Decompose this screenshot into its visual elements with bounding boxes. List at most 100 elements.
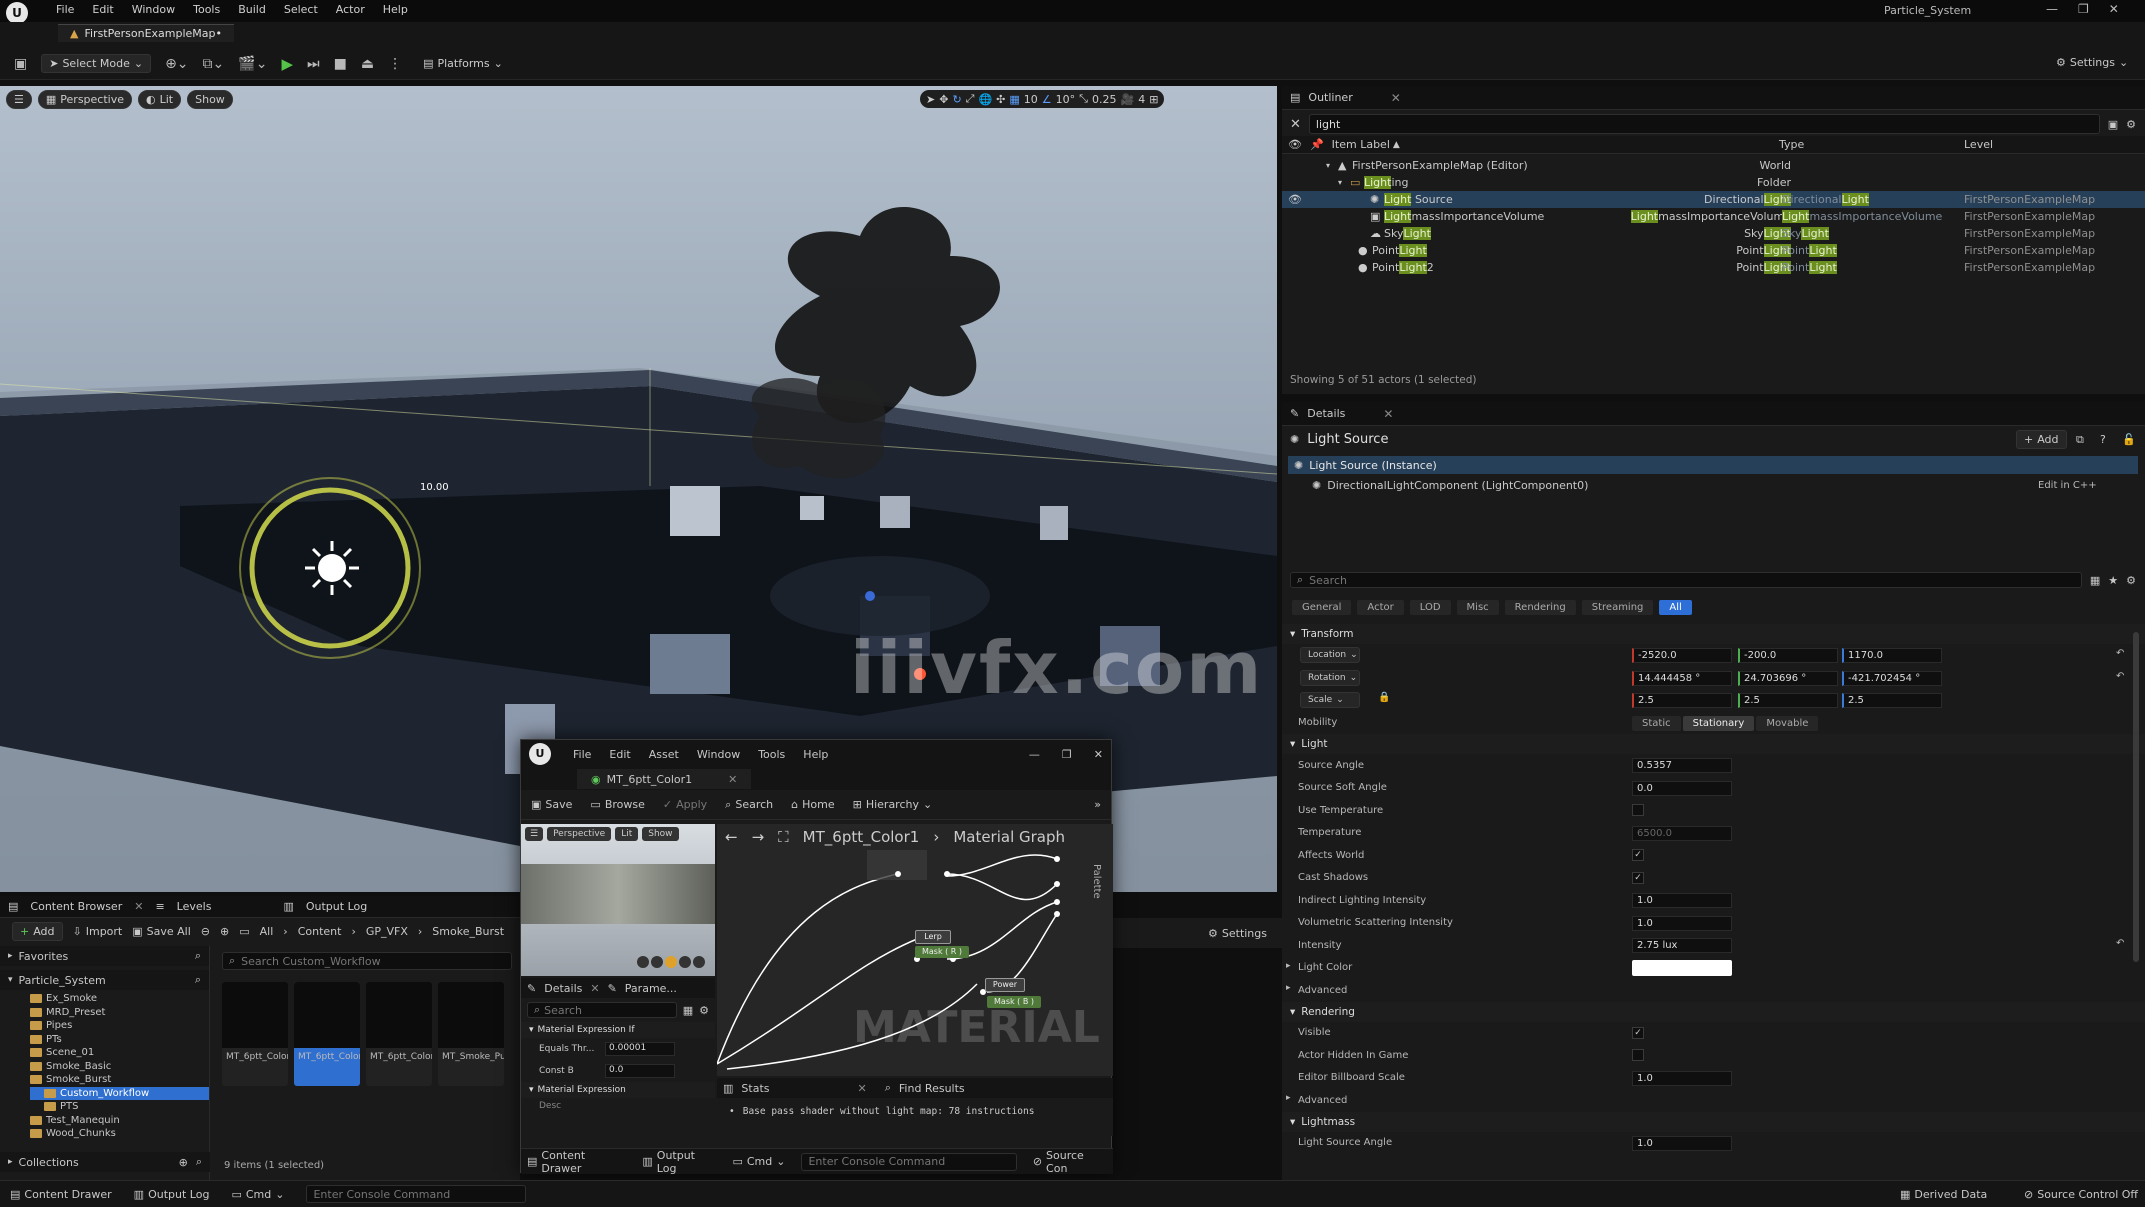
rendering-advanced-row[interactable]: ▸ Advanced [1282, 1089, 2145, 1112]
filter-icon[interactable]: ▣ [2108, 118, 2118, 131]
power-node[interactable]: Power [985, 978, 1025, 992]
details-scrollbar[interactable] [2133, 632, 2139, 962]
property-value[interactable]: 2.75 lux [1632, 938, 1732, 953]
mask-b-node[interactable]: Mask ( B ) [987, 996, 1041, 1008]
menu-file[interactable]: File [573, 748, 591, 761]
cinematics-icon[interactable]: 🎬⌄ [238, 56, 267, 72]
lock-icon[interactable]: 🔓 [2122, 433, 2136, 446]
cube-preview-icon[interactable] [679, 956, 691, 968]
outliner-row[interactable]: ▾ ▭ Lighting Folder [1282, 174, 2145, 191]
add-component-button[interactable]: + Add [2016, 430, 2067, 449]
folder-item[interactable]: Test_Manequin [30, 1114, 209, 1128]
world-local-icon[interactable]: 🌐 [978, 93, 992, 106]
rotate-tool-icon[interactable]: ↻ [952, 93, 961, 106]
mobility-stationary[interactable]: Stationary [1682, 715, 1755, 731]
col-type[interactable]: Type [1779, 138, 1804, 151]
menu-tools[interactable]: Tools [193, 3, 220, 16]
preview-lit-button[interactable]: Lit [615, 827, 639, 841]
filter-tab-actor[interactable]: Actor [1357, 600, 1404, 615]
breadcrumb-smoke-burst[interactable]: Smoke_Burst [432, 925, 504, 938]
asset-tile[interactable]: MT_6ptt_Color1 [294, 982, 360, 1086]
preview-menu-button[interactable]: ☰ [525, 827, 544, 841]
outliner-row[interactable]: ☁ SkyLight SkyLight SkyLight FirstPersonExam… [1282, 225, 2145, 242]
light-advanced-row[interactable]: ▸ Advanced [1282, 979, 2145, 1002]
filter-tab-general[interactable]: General [1292, 600, 1352, 615]
settings-button[interactable]: ⚙ Settings ⌄ [2056, 56, 2128, 69]
scale-snap-value[interactable]: 0.25 [1092, 93, 1117, 106]
scale-dropdown[interactable]: Scale ⌄ [1300, 692, 1360, 708]
menu-window[interactable]: Window [697, 748, 740, 761]
menu-help[interactable]: Help [803, 748, 828, 761]
surface-snap-icon[interactable]: ✣ [996, 93, 1005, 106]
folder-item[interactable]: MRD_Preset [30, 1006, 209, 1020]
menu-window[interactable]: Window [132, 3, 175, 16]
maximize-icon[interactable]: ❐ [2078, 2, 2089, 16]
close-tab-icon[interactable]: ✕ [1391, 91, 1401, 105]
content-drawer-button[interactable]: ▤ Content Drawer [527, 1149, 626, 1175]
breadcrumb-gp-vfx[interactable]: GP_VFX [366, 925, 408, 938]
menu-select[interactable]: Select [284, 3, 318, 16]
close-tab-icon[interactable]: ✕ [1383, 407, 1393, 421]
material-expression-if-section[interactable]: ▾ Material Expression If [521, 1022, 715, 1038]
favorites-header[interactable]: ▸ Favorites ⌕ [0, 946, 209, 966]
menu-edit[interactable]: Edit [609, 748, 630, 761]
minimize-icon[interactable]: — [2046, 2, 2058, 16]
chevron-right-icon[interactable]: ▸ [1286, 961, 1291, 971]
menu-build[interactable]: Build [238, 3, 266, 16]
asset-tile[interactable]: MT_6ptt_Color [222, 982, 288, 1086]
platforms-button[interactable]: ▤ Platforms ⌄ [416, 55, 510, 72]
console-command-input[interactable] [313, 1187, 520, 1201]
transform-section[interactable]: ▾ Transform [1282, 624, 2145, 644]
property-checkbox[interactable]: ✓ [1632, 1026, 1644, 1039]
browse-button[interactable]: ▭ Browse [590, 798, 644, 811]
scale-tool-icon[interactable]: ⤢ [966, 92, 975, 106]
outliner-search-input[interactable] [1315, 117, 2093, 131]
equals-threshold-input[interactable]: 0.00001 [605, 1042, 675, 1056]
scale-snap-icon[interactable]: ⤡ [1079, 92, 1088, 106]
visibility-col-icon[interactable]: 👁 [1288, 138, 1302, 151]
maximize-icon[interactable]: ❐ [1062, 748, 1072, 761]
show-button[interactable]: Show [187, 90, 233, 109]
material-details-search-input[interactable] [544, 1003, 670, 1017]
save-all-button[interactable]: ▣ Save All [132, 925, 191, 938]
outliner-tab[interactable]: Outliner [1308, 91, 1352, 104]
actor-name[interactable]: Light Source [1307, 432, 1388, 447]
details-settings-icon[interactable]: ⚙ [2126, 574, 2136, 587]
menu-file[interactable]: File [56, 3, 74, 16]
property-value[interactable]: 0.0 [1632, 780, 1732, 796]
search-icon[interactable]: ⌕ [196, 1155, 202, 1169]
blueprint-icon[interactable]: ⧉⌄ [203, 56, 225, 72]
close-icon[interactable]: ✕ [2109, 2, 2119, 16]
material-source-control[interactable]: ⊘ Source Con [1033, 1149, 1107, 1175]
expand-toolbar-icon[interactable]: » [1094, 798, 1101, 811]
filter-tab-all[interactable]: All [1659, 600, 1692, 615]
filter-tab-streaming[interactable]: Streaming [1581, 600, 1654, 615]
cmd-dropdown[interactable]: ▭ Cmd ⌄ [231, 1188, 284, 1201]
outliner-row[interactable]: ● PointLight2 PointLight PointLight FirstPer… [1282, 259, 2145, 276]
grid-snap-icon[interactable]: ▦ [1009, 93, 1019, 106]
folder-item[interactable]: Custom_Workflow [30, 1086, 209, 1100]
material-details-search[interactable]: ⌕ [527, 1002, 677, 1018]
asset-tile[interactable]: MT_Smoke_Puff_01 [438, 982, 504, 1086]
light-color-swatch[interactable] [1632, 959, 1732, 976]
property-value[interactable]: 0.5357 [1632, 758, 1732, 773]
search-icon[interactable]: ⌕ [195, 949, 201, 963]
angle-snap-icon[interactable]: ∠ [1042, 93, 1052, 106]
console-command[interactable] [306, 1185, 527, 1203]
rotation-dropdown[interactable]: Rotation ⌄ [1300, 669, 1360, 686]
lit-button[interactable]: ◐ Lit [138, 90, 182, 109]
stop-icon[interactable]: ■ [334, 56, 347, 72]
asset-tile[interactable]: MT_6ptt_Color_Inst [366, 982, 432, 1086]
preview-perspective-button[interactable]: Perspective [547, 827, 612, 841]
material-console-input[interactable] [808, 1155, 1010, 1168]
folder-item[interactable]: PTs [30, 1033, 209, 1047]
stats-tab[interactable]: Stats [741, 1082, 769, 1095]
cmd-dropdown[interactable]: ▭ Cmd ⌄ [732, 1155, 785, 1168]
favorite-star-icon[interactable]: ★ [2108, 574, 2118, 587]
save-button[interactable]: ▣ Save [531, 798, 572, 811]
eye-icon[interactable]: 👁 [1288, 193, 1302, 206]
property-checkbox[interactable]: ✓ [1632, 849, 1644, 861]
add-button[interactable]: + Add [12, 922, 63, 941]
clear-search-icon[interactable]: ✕ [1290, 117, 1301, 132]
content-drawer-button[interactable]: ▤ Content Drawer [10, 1188, 112, 1201]
